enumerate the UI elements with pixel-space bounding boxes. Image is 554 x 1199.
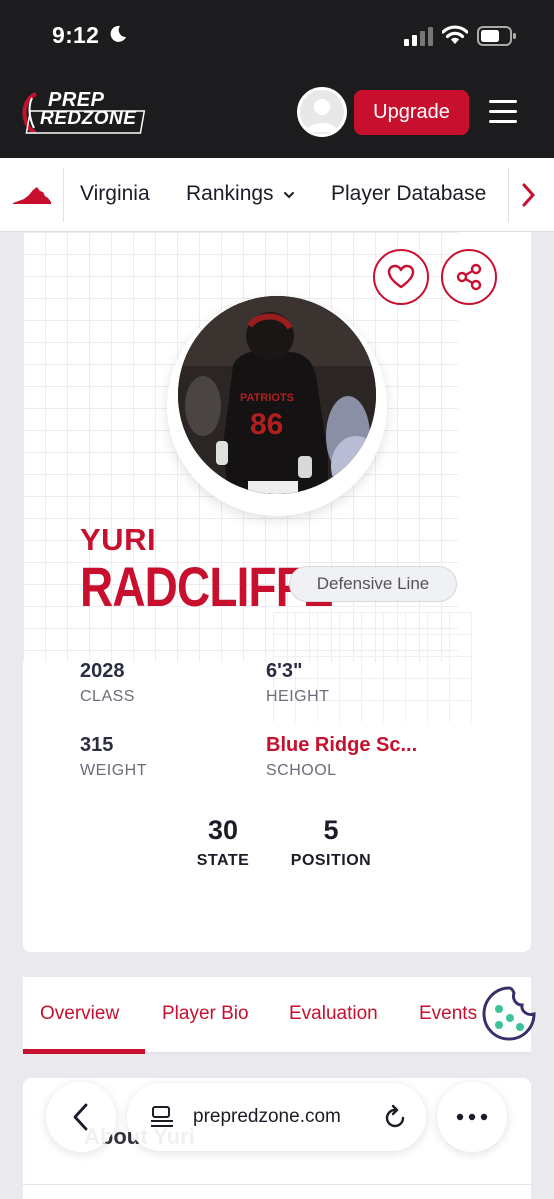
subnav-rankings[interactable]: Rankings — [186, 182, 274, 206]
active-tab-indicator — [23, 1049, 145, 1054]
more-dots-icon — [456, 1113, 488, 1121]
svg-text:PATRIOTS: PATRIOTS — [240, 392, 294, 404]
user-silhouette-icon — [306, 99, 338, 132]
football-player-image: PATRIOTS 86 — [178, 296, 376, 494]
position-rank-value: 5 — [323, 815, 339, 845]
user-avatar[interactable] — [297, 87, 347, 137]
tab-overview[interactable]: Overview — [40, 1003, 119, 1025]
signal-icon — [404, 27, 433, 46]
app-header: 9:12 PREP REDZONE Upgrade — [0, 0, 554, 158]
logo-text-redzone: REDZONE — [40, 108, 137, 129]
virginia-state-icon — [13, 187, 51, 204]
browser-more-button[interactable] — [437, 1082, 507, 1152]
heart-icon — [387, 264, 415, 289]
state-rank-value: 30 — [207, 815, 239, 845]
reader-tabs-icon[interactable] — [149, 1105, 175, 1129]
upgrade-button[interactable]: Upgrade — [354, 90, 469, 135]
share-icon — [456, 263, 482, 291]
prep-redzone-logo[interactable]: PREP REDZONE — [22, 89, 150, 134]
position-badge: Defensive Line — [289, 566, 457, 602]
browser-address-bar[interactable]: prepredzone.com — [127, 1083, 426, 1151]
class-label: CLASS — [80, 688, 135, 705]
tab-events[interactable]: Events — [419, 1003, 477, 1025]
browser-back-button[interactable] — [46, 1082, 116, 1152]
tab-player-bio[interactable]: Player Bio — [162, 1003, 249, 1025]
height-label: HEIGHT — [266, 688, 330, 705]
player-first-name: YURI — [80, 522, 157, 557]
player-photo[interactable]: PATRIOTS 86 — [178, 296, 376, 494]
height-value: 6'3" — [266, 660, 303, 682]
reload-icon[interactable] — [383, 1104, 407, 1130]
chevron-left-icon — [73, 1103, 88, 1131]
chevron-down-icon[interactable] — [283, 190, 295, 200]
state-rank-label: STATE — [196, 852, 250, 869]
cookie-icon[interactable] — [480, 985, 538, 1043]
player-photo-frame: PATRIOTS 86 — [167, 296, 387, 516]
player-profile-card: PATRIOTS 86 YURI RADCLIFFE Defensive Lin… — [23, 232, 531, 952]
school-label: SCHOOL — [266, 762, 337, 779]
share-button[interactable] — [441, 249, 497, 305]
svg-text:86: 86 — [250, 408, 283, 441]
subnav-divider — [63, 168, 64, 222]
wifi-icon — [442, 25, 468, 44]
profile-tabs: Overview Player Bio Evaluation Events — [23, 977, 531, 1054]
moon-icon — [110, 25, 126, 42]
weight-value: 315 — [80, 734, 114, 756]
weight-label: WEIGHT — [80, 762, 147, 779]
tab-evaluation[interactable]: Evaluation — [289, 1003, 378, 1025]
browser-url[interactable]: prepredzone.com — [193, 1106, 341, 1128]
subnav-divider-right — [508, 168, 509, 222]
position-rank-label: POSITION — [290, 852, 372, 869]
state-subnav: Virginia Rankings Player Database — [0, 158, 554, 232]
favorite-button[interactable] — [373, 249, 429, 305]
subnav-player-database[interactable]: Player Database — [331, 182, 486, 206]
school-link[interactable]: Blue Ridge Sc... — [266, 734, 417, 757]
status-time: 9:12 — [52, 22, 100, 48]
battery-icon — [477, 26, 516, 46]
chevron-right-icon[interactable] — [520, 182, 536, 208]
divider — [23, 1184, 531, 1185]
class-value: 2028 — [80, 660, 125, 682]
hamburger-menu-icon[interactable] — [489, 100, 517, 124]
subnav-virginia[interactable]: Virginia — [80, 182, 150, 206]
